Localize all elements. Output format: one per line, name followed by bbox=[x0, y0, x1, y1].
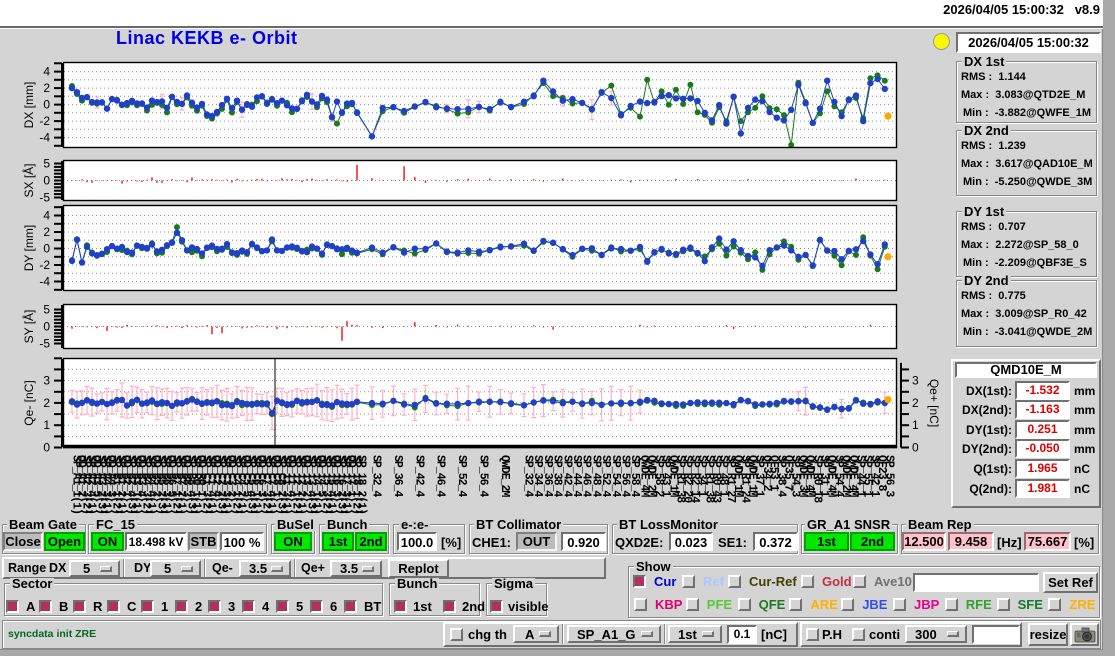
svg-text:-5: -5 bbox=[39, 191, 50, 205]
svg-text:SP_36_4: SP_36_4 bbox=[391, 455, 404, 497]
svg-text:1: 1 bbox=[43, 418, 50, 432]
svg-text:0: 0 bbox=[43, 174, 50, 188]
svg-text:SP_56_4: SP_56_4 bbox=[477, 455, 490, 497]
svg-text:4: 4 bbox=[43, 209, 50, 223]
svg-text:SP_18_2(1): SP_18_2(1) bbox=[355, 455, 368, 514]
svg-text:3: 3 bbox=[912, 374, 919, 388]
svg-text:2: 2 bbox=[43, 396, 50, 410]
svg-text:0: 0 bbox=[43, 242, 50, 256]
svg-text:SP_32_4: SP_32_4 bbox=[370, 455, 383, 497]
svg-text:SP_46_4: SP_46_4 bbox=[434, 455, 447, 497]
svg-text:2: 2 bbox=[43, 225, 50, 239]
svg-text:Qe+ [nC]: Qe+ [nC] bbox=[927, 379, 941, 427]
svg-text:5: 5 bbox=[43, 157, 50, 171]
svg-text:2: 2 bbox=[43, 81, 50, 95]
svg-text:1: 1 bbox=[912, 418, 919, 432]
svg-text:SY [Å]: SY [Å] bbox=[21, 310, 36, 344]
svg-text:-4: -4 bbox=[39, 131, 50, 145]
svg-text:0: 0 bbox=[43, 320, 50, 334]
svg-text:DX [mm]: DX [mm] bbox=[22, 82, 36, 129]
svg-text:3: 3 bbox=[43, 374, 50, 388]
svg-text:DY [mm]: DY [mm] bbox=[22, 225, 36, 271]
svg-text:-4: -4 bbox=[39, 275, 50, 289]
svg-text:QWDE_2M: QWDE_2M bbox=[498, 455, 511, 497]
svg-text:SP_42_4: SP_42_4 bbox=[412, 455, 425, 497]
svg-text:4: 4 bbox=[43, 65, 50, 79]
svg-text:2: 2 bbox=[912, 396, 919, 410]
svg-text:-2: -2 bbox=[39, 114, 50, 128]
svg-text:0: 0 bbox=[912, 441, 919, 455]
svg-text:5: 5 bbox=[43, 303, 50, 317]
svg-text:SX [Å]: SX [Å] bbox=[21, 163, 36, 197]
svg-text:-5: -5 bbox=[39, 337, 50, 351]
svg-text:Qe- [nC]: Qe- [nC] bbox=[22, 380, 36, 425]
svg-text:SP_52_4: SP_52_4 bbox=[455, 455, 468, 497]
svg-text:0: 0 bbox=[43, 98, 50, 112]
svg-text:0: 0 bbox=[43, 441, 50, 455]
svg-text:SP_56_3: SP_56_3 bbox=[882, 455, 895, 497]
svg-text:-2: -2 bbox=[39, 258, 50, 272]
